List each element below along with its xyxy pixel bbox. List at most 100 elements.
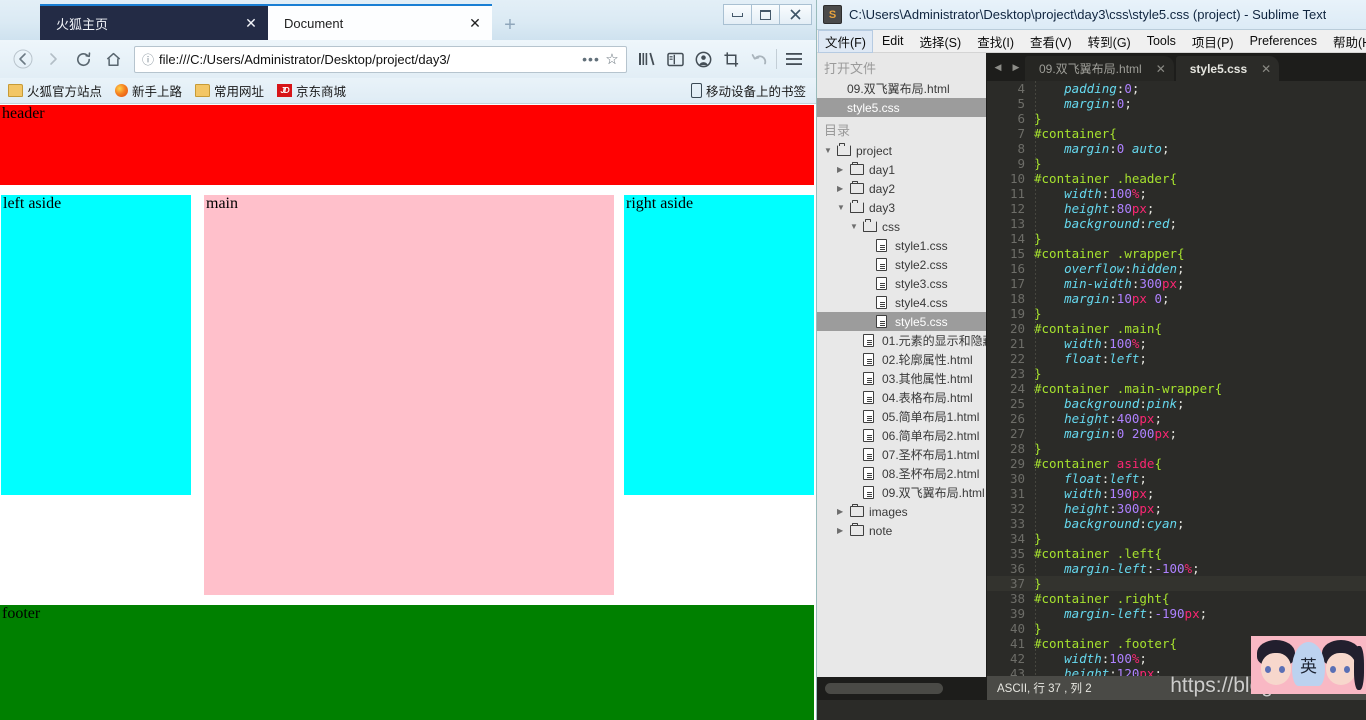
browser-tab-firefox-home[interactable]: 火狐主页 ✕ [40,4,268,40]
bookmark-item-mobile[interactable]: 移动设备上的书签 [690,81,806,100]
tree-file-item[interactable]: style4.css [817,293,986,312]
site-info-icon[interactable]: ⓘ [139,51,157,68]
code-line[interactable]: 9} [987,156,1366,171]
tab-prev-arrow[interactable]: ◀ [995,62,1002,73]
code-line[interactable]: 16 overflow:hidden; [987,261,1366,276]
tree-file-item[interactable]: 02.轮廓属性.html [817,350,986,369]
code-line[interactable]: 22 float:left; [987,351,1366,366]
code-line[interactable]: 27 margin:0 200px; [987,426,1366,441]
tree-file-item[interactable]: 08.圣杯布局2.html [817,464,986,483]
menu-view[interactable]: 查看(V) [1023,30,1079,53]
code-line[interactable]: 10 #container .header{ [987,171,1366,186]
code-line[interactable]: 17 min-width:300px; [987,276,1366,291]
code-lines[interactable]: 4 padding:0; 5 margin:0; 6} 7 #container{8 m… [987,81,1366,676]
tree-folder-item[interactable]: ▶ images [817,502,986,521]
editor-tab-html[interactable]: 09.双飞翼布局.html ✕ [1025,56,1174,81]
chevron-down-icon[interactable]: ▼ [837,203,850,212]
bookmark-star-icon[interactable]: ☆ [602,50,622,68]
tree-file-item[interactable]: style3.css [817,274,986,293]
app-menu-button[interactable] [780,45,808,73]
code-line[interactable]: 25 background:pink; [987,396,1366,411]
back-button[interactable] [8,44,38,74]
code-line[interactable]: 19} [987,306,1366,321]
close-button[interactable] [779,4,812,25]
sidebar-horizontal-scrollbar[interactable] [817,677,986,700]
tree-file-item[interactable]: 07.圣杯布局1.html [817,445,986,464]
code-editor[interactable]: 4 padding:0; 5 margin:0; 6} 7 #container{8 m… [987,81,1366,676]
code-line[interactable]: 38 #container .right{ [987,591,1366,606]
new-tab-button[interactable]: + [498,13,522,37]
code-line[interactable]: 14} [987,231,1366,246]
bookmark-item-getting-started[interactable]: 新手上路 [115,81,182,100]
menu-goto[interactable]: 转到(G) [1081,30,1138,53]
ime-mode-indicator[interactable]: 英 [1292,642,1325,686]
tree-folder-item[interactable]: ▼ css [817,217,986,236]
ime-indicator-widget[interactable]: 英 [1251,636,1366,694]
menu-find[interactable]: 查找(I) [970,30,1021,53]
bookmark-item-firefox-official[interactable]: 火狐官方站点 [8,81,102,100]
sync-button[interactable] [745,45,773,73]
open-file-item-selected[interactable]: style5.css [817,98,986,117]
open-file-item[interactable]: 09.双飞翼布局.html [817,79,986,98]
menu-project[interactable]: 项目(P) [1185,30,1241,53]
tree-file-item[interactable]: 05.简单布局1.html [817,407,986,426]
code-line[interactable]: 5 margin:0; [987,96,1366,111]
chevron-down-icon[interactable]: ▼ [824,146,837,155]
code-line[interactable]: 23} [987,366,1366,381]
close-icon[interactable]: ✕ [1261,62,1271,76]
code-line[interactable]: 11 width:100%; [987,186,1366,201]
menu-file[interactable]: 文件(F) [818,29,873,53]
close-icon[interactable]: ✕ [242,16,260,30]
tab-next-arrow[interactable]: ▶ [1013,62,1020,73]
scrollbar-thumb[interactable] [825,683,943,694]
forward-button[interactable] [38,44,68,74]
editor-tab-css[interactable]: style5.css ✕ [1175,56,1280,81]
chevron-right-icon[interactable]: ▶ [837,184,850,193]
code-line[interactable]: 32 height:300px; [987,501,1366,516]
screenshot-button[interactable] [717,45,745,73]
code-line[interactable]: 18 margin:10px 0; [987,291,1366,306]
close-icon[interactable]: ✕ [1156,62,1166,76]
code-line[interactable]: 31 width:190px; [987,486,1366,501]
minimize-button[interactable] [723,4,752,25]
bookmark-item-jd[interactable]: JD 京东商城 [277,81,346,100]
menu-preferences[interactable]: Preferences [1243,32,1324,50]
bookmark-item-common-sites[interactable]: 常用网址 [195,81,264,100]
address-bar[interactable]: ⓘ file:///C:/Users/Administrator/Desktop… [134,45,627,73]
code-line[interactable]: 8 margin:0 auto; [987,141,1366,156]
tree-file-item[interactable]: 09.双飞翼布局.html [817,483,986,502]
code-line[interactable]: 30 float:left; [987,471,1366,486]
code-line[interactable]: 39 margin-left:-190px; [987,606,1366,621]
code-line[interactable]: 7 #container{ [987,126,1366,141]
chevron-right-icon[interactable]: ▶ [837,507,850,516]
code-line[interactable]: 21 width:100%; [987,336,1366,351]
browser-tab-document[interactable]: Document ✕ [268,4,492,40]
menu-edit[interactable]: Edit [875,32,911,50]
account-button[interactable] [689,45,717,73]
menu-selection[interactable]: 选择(S) [913,30,969,53]
code-line[interactable]: 37} [987,576,1366,591]
tree-file-item[interactable]: style5.css [817,312,986,331]
sidebar-scroll-area[interactable]: 打开文件 09.双飞翼布局.html style5.css 目录 ▼ projec… [817,53,986,677]
code-line[interactable]: 29 #container aside{ [987,456,1366,471]
tree-folder-item[interactable]: ▶ day2 [817,179,986,198]
code-line[interactable]: 26 height:400px; [987,411,1366,426]
code-line[interactable]: 13 background:red; [987,216,1366,231]
code-line[interactable]: 34} [987,531,1366,546]
tree-file-item[interactable]: 06.简单布局2.html [817,426,986,445]
code-line[interactable]: 28} [987,441,1366,456]
code-line[interactable]: 15 #container .wrapper{ [987,246,1366,261]
tree-file-item[interactable]: 04.表格布局.html [817,388,986,407]
code-line[interactable]: 33 background:cyan; [987,516,1366,531]
chevron-right-icon[interactable]: ▶ [837,526,850,535]
code-line[interactable]: 4 padding:0; [987,81,1366,96]
tree-file-item[interactable]: 03.其他属性.html [817,369,986,388]
code-line[interactable]: 40} [987,621,1366,636]
code-line[interactable]: 12 height:80px; [987,201,1366,216]
chevron-down-icon[interactable]: ▼ [850,222,863,231]
menu-tools[interactable]: Tools [1140,32,1183,50]
menu-help[interactable]: 帮助(H) [1326,30,1366,53]
tree-folder-item[interactable]: ▶ note [817,521,986,540]
home-button[interactable] [98,44,128,74]
sidebar-button[interactable] [661,45,689,73]
